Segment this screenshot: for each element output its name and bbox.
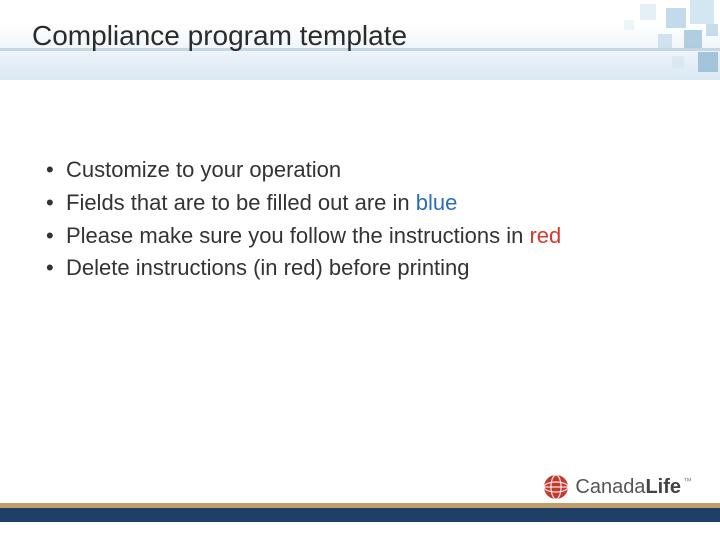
slide-title: Compliance program template bbox=[32, 20, 407, 52]
red-keyword: red bbox=[529, 223, 561, 248]
mosaic-square bbox=[640, 4, 656, 20]
slide: Compliance program template Customize to… bbox=[0, 0, 720, 540]
blue-keyword: blue bbox=[416, 190, 458, 215]
mosaic-square bbox=[706, 24, 718, 36]
bullet-text: Please make sure you follow the instruct… bbox=[66, 223, 529, 248]
brand-text-regular: Canada bbox=[575, 476, 645, 498]
bullet-list: Customize to your operation Fields that a… bbox=[40, 155, 670, 284]
bullet-item: Delete instructions (in red) before prin… bbox=[40, 253, 670, 284]
mosaic-square bbox=[624, 20, 634, 30]
bullet-item: Customize to your operation bbox=[40, 155, 670, 186]
bullet-text: Delete instructions (in red) before prin… bbox=[66, 255, 470, 280]
bullet-text: Customize to your operation bbox=[66, 157, 341, 182]
mosaic-square bbox=[658, 34, 672, 48]
trademark-symbol: ™ bbox=[683, 476, 692, 486]
bullet-item: Fields that are to be filled out are in … bbox=[40, 188, 670, 219]
mosaic-square bbox=[666, 8, 686, 28]
bullet-item: Please make sure you follow the instruct… bbox=[40, 221, 670, 252]
brand-text: CanadaLife™ bbox=[575, 476, 692, 499]
slide-content: Customize to your operation Fields that a… bbox=[40, 155, 670, 286]
mosaic-square bbox=[672, 56, 684, 68]
brand-logo: CanadaLife™ bbox=[543, 474, 692, 500]
mosaic-square bbox=[698, 52, 718, 72]
header-mosaic bbox=[580, 0, 720, 90]
mosaic-square bbox=[684, 30, 702, 48]
mosaic-square bbox=[690, 0, 714, 24]
brand-text-bold: Life bbox=[645, 476, 681, 498]
globe-icon bbox=[543, 474, 569, 500]
footer-navy-bar bbox=[0, 508, 720, 522]
bullet-text: Fields that are to be filled out are in bbox=[66, 190, 416, 215]
